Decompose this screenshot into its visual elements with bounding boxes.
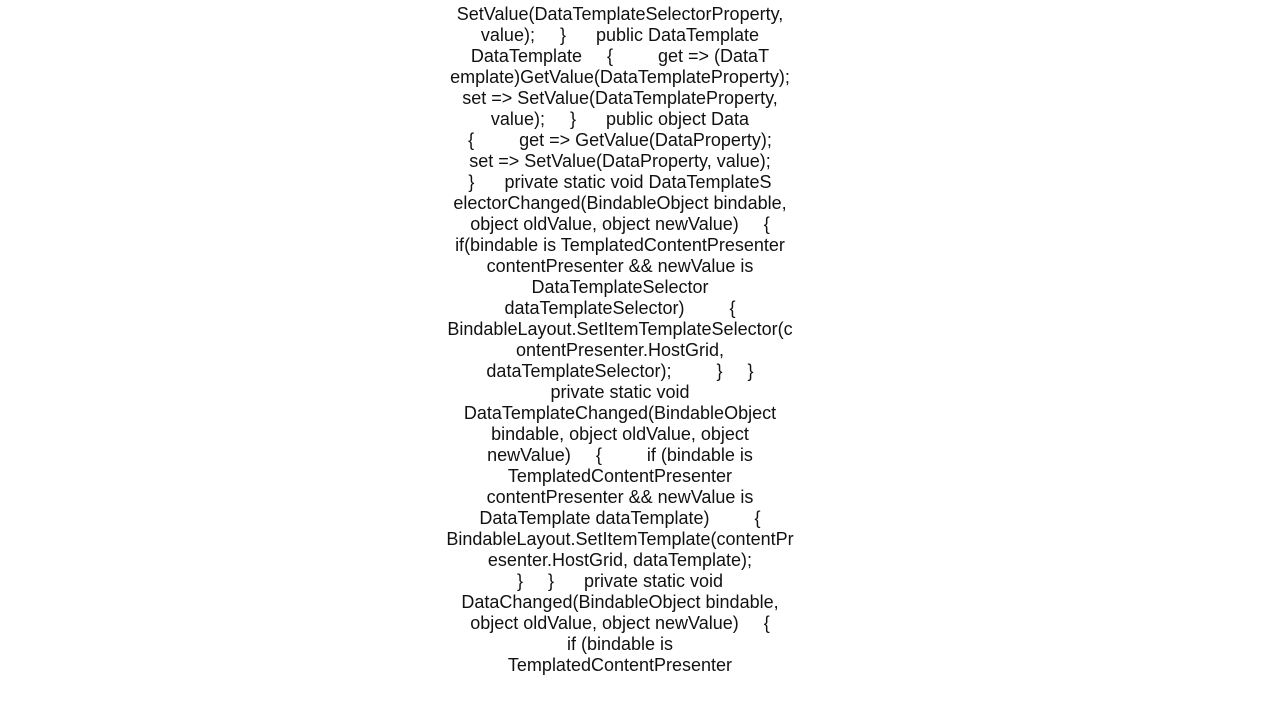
code-line: { get => GetValue(DataProperty); (468, 130, 772, 150)
code-line: object oldValue, object newValue) { (470, 613, 770, 633)
code-line: TemplatedContentPresenter (507, 655, 733, 675)
code-line: object oldValue, object newValue) { (470, 214, 770, 234)
document-viewport: SetValue(DataTemplateSelectorProperty, va… (0, 0, 1280, 680)
code-line: private static void (550, 382, 690, 402)
code-line: value); } public DataTemplate (480, 25, 760, 45)
code-line: newValue) { if (bindable is (487, 445, 753, 465)
code-line: ontentPresenter.HostGrid, (515, 340, 725, 360)
code-line: dataTemplateSelector) { (504, 298, 736, 318)
code-line: BindableLayout.SetItemTemplateSelector(c (447, 319, 793, 339)
code-line: dataTemplateSelector); } } (486, 361, 754, 381)
code-line: set => SetValue(DataProperty, value); (469, 151, 771, 171)
code-line: emplate)GetValue(DataTemplateProperty); (450, 67, 790, 87)
code-line: DataTemplate { get => (DataT (470, 46, 770, 66)
code-line: TemplatedContentPresenter (507, 466, 733, 486)
code-line: SetValue(DataTemplateSelectorProperty, (456, 4, 784, 24)
code-line: } } private static void (516, 571, 724, 591)
code-line: esenter.HostGrid, dataTemplate); (487, 550, 753, 570)
code-line: set => SetValue(DataTemplateProperty, (462, 88, 778, 108)
code-line: contentPresenter && newValue is (486, 256, 754, 276)
code-line: electorChanged(BindableObject bindable, (453, 193, 787, 213)
code-line: DataTemplateSelector (531, 277, 709, 297)
code-line: value); } public object Data (490, 109, 750, 129)
code-text-block: SetValue(DataTemplateSelectorProperty, va… (440, 4, 800, 676)
code-line: bindable, object oldValue, object (491, 424, 749, 444)
code-line: if(bindable is TemplatedContentPresenter (455, 235, 785, 255)
code-line: DataTemplate dataTemplate) { (479, 508, 761, 528)
code-line: BindableLayout.SetItemTemplate(contentPr (446, 529, 794, 549)
code-line: DataChanged(BindableObject bindable, (461, 592, 779, 612)
code-line: } private static void DataTemplateS (468, 172, 772, 192)
code-line: contentPresenter && newValue is (486, 487, 754, 507)
code-line: if (bindable is (566, 634, 674, 654)
code-line: DataTemplateChanged(BindableObject (463, 403, 777, 423)
